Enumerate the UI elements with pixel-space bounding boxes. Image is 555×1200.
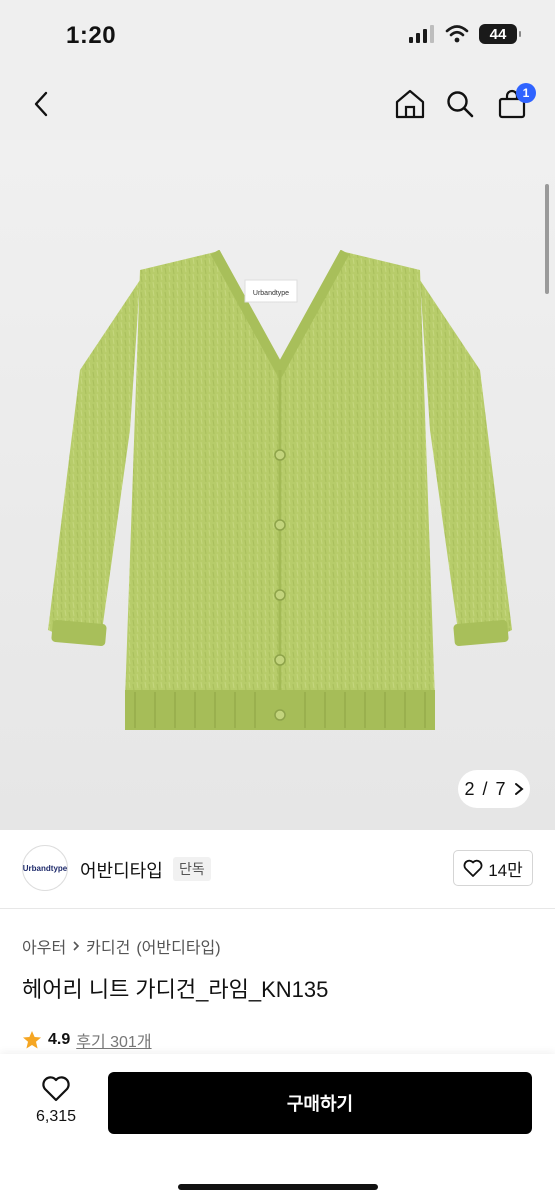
buy-button[interactable]: 구매하기: [108, 1072, 532, 1134]
review-count-link[interactable]: 후기 301개: [76, 1028, 151, 1052]
chevron-right-icon: [514, 783, 524, 795]
brand-row: Urbandtype 어반디타입 단독 14만: [0, 830, 555, 909]
scrollbar-thumb[interactable]: [545, 184, 549, 294]
back-button[interactable]: [22, 84, 62, 124]
heart-icon: [42, 1076, 70, 1102]
heart-icon: [463, 859, 483, 877]
breadcrumb-category[interactable]: 아우터: [22, 934, 66, 958]
product-image: Urbandtype: [48, 250, 512, 730]
status-bar: 1:20 44: [0, 0, 555, 70]
exclusive-tag: 단독: [173, 857, 211, 881]
chevron-right-icon: [73, 941, 80, 951]
search-icon: [447, 91, 474, 118]
cart-button[interactable]: 1: [492, 83, 536, 124]
brand-like-button[interactable]: 14만: [453, 850, 533, 886]
search-button[interactable]: [440, 84, 480, 124]
rating-value: 4.9: [48, 1031, 71, 1048]
bottom-purchase-bar: 6,315 구매하기: [0, 1054, 555, 1200]
home-icon: [395, 89, 425, 119]
breadcrumb-brand[interactable]: (어반디타입): [136, 934, 220, 958]
wishlist-count: 6,315: [35, 1108, 77, 1125]
brand-logo[interactable]: Urbandtype: [22, 845, 68, 891]
wishlist-button[interactable]: 6,315: [24, 1074, 88, 1138]
image-page-indicator[interactable]: 2 / 7: [458, 770, 530, 808]
home-button[interactable]: [390, 84, 430, 124]
current-image-number: 2: [464, 778, 475, 799]
brand-like-count: 14만: [488, 860, 523, 880]
star-icon: [23, 1031, 41, 1049]
breadcrumb-subcategory[interactable]: 카디건: [86, 934, 130, 958]
product-title: 헤어리 니트 가디건_라임_KN135: [22, 977, 329, 1002]
wifi-icon: [445, 25, 469, 43]
breadcrumb: 아우터 카디건 (어반디타입): [22, 934, 221, 958]
home-indicator: [178, 1184, 378, 1190]
cart-count-badge: 1: [516, 83, 536, 103]
garment-label: Urbandtype: [253, 290, 289, 297]
brand-name[interactable]: 어반디타입: [80, 857, 163, 883]
top-navigation: 1: [0, 70, 555, 140]
battery-indicator: 44: [479, 24, 521, 44]
product-image-gallery[interactable]: Urbandtype 2 / 7: [0, 140, 555, 830]
status-time: 1:20: [66, 22, 117, 49]
total-image-count: 7: [495, 778, 506, 799]
cellular-signal-icon: [409, 25, 434, 43]
image-count-separator: /: [482, 778, 488, 799]
rating-row: 4.9 후기 301개: [22, 1028, 152, 1052]
chevron-left-icon: [34, 91, 48, 117]
status-icons: 44: [409, 24, 521, 44]
